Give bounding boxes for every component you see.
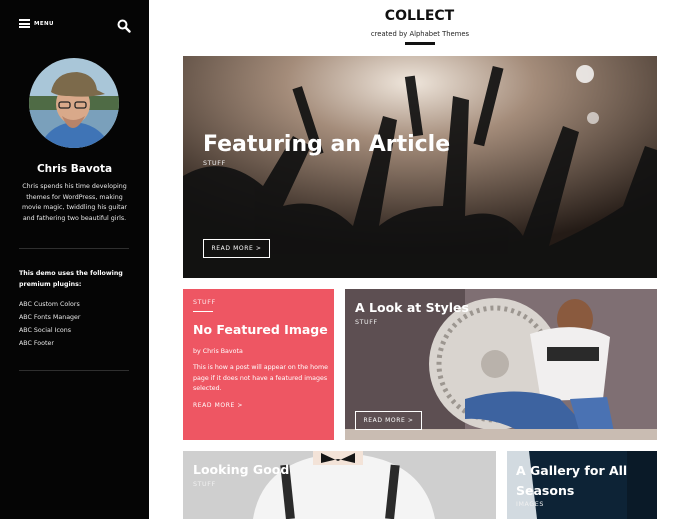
category-underline [193,311,213,312]
plugin-link[interactable]: ABC Footer [19,337,81,350]
author-bio: Chris spends his time developing themes … [21,183,128,222]
author-name: Chris Bavota [36,163,113,175]
post-card-featured[interactable]: Featuring an Article STUFF READ MORE > [183,56,657,278]
sidebar-divider [19,248,129,249]
plugin-link[interactable]: ABC Social Icons [19,324,81,337]
sidebar-divider [19,370,129,371]
post-title[interactable]: No Featured Image [193,322,328,337]
post-card-gallery[interactable]: A Gallery for All Seasons IMAGES [507,451,657,519]
post-category[interactable]: STUFF [193,299,216,306]
post-title[interactable]: Looking Good [193,462,289,477]
plugin-link[interactable]: ABC Custom Colors [19,298,81,311]
search-icon[interactable] [117,19,131,33]
post-category[interactable]: STUFF [193,481,216,488]
read-more-button[interactable]: READ MORE > [203,239,270,258]
post-category[interactable]: IMAGES [516,501,544,508]
post-title[interactable]: A Gallery for All Seasons [516,461,651,501]
title-underline [405,42,435,45]
post-card-styles[interactable]: A Look at Styles STUFF READ MORE > [345,289,657,440]
plugins-intro: This demo uses the following premium plu… [19,270,123,288]
sidebar: MENU Chris Bavota Chris spends his time … [0,0,149,519]
site-tagline: created by Alphabet Themes [370,30,470,38]
read-more-link[interactable]: READ MORE > [193,402,243,409]
post-card-looking-good[interactable]: Looking Good STUFF [183,451,496,519]
plugin-link[interactable]: ABC Fonts Manager [19,311,81,324]
post-title[interactable]: A Look at Styles [355,300,469,315]
author-avatar [29,58,119,148]
post-byline: by Chris Bavota [193,348,243,355]
post-title[interactable]: Featuring an Article [203,132,450,157]
plugin-list: ABC Custom Colors ABC Fonts Manager ABC … [19,298,81,350]
site-title[interactable]: COLLECT [372,8,467,24]
post-category[interactable]: STUFF [203,160,226,167]
post-card-no-image[interactable]: STUFF No Featured Image by Chris Bavota … [183,289,334,440]
read-more-button[interactable]: READ MORE > [355,411,422,430]
post-category[interactable]: STUFF [355,319,378,326]
menu-button[interactable]: MENU [19,19,54,28]
hamburger-icon [19,19,30,28]
post-excerpt: This is how a post will appear on the ho… [193,364,328,392]
menu-label: MENU [34,20,54,27]
